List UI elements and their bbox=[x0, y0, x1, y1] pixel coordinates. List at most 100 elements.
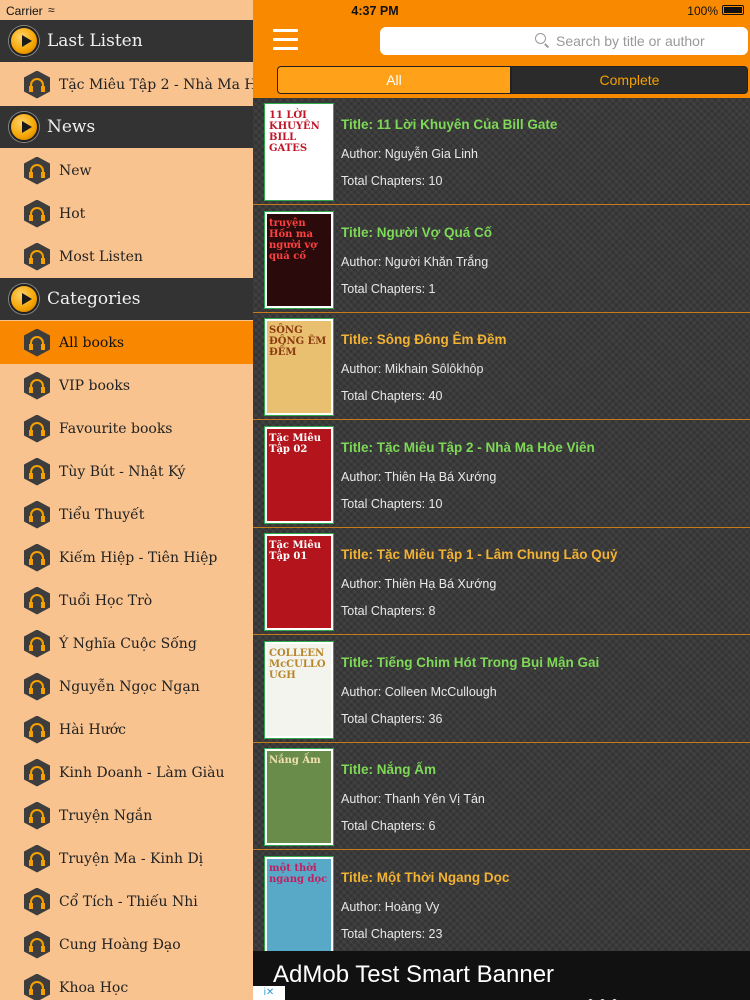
battery-icon bbox=[722, 5, 744, 15]
book-row[interactable]: Nắng Ấm Title: Nắng Ấm Author: Thanh Yên V… bbox=[253, 743, 750, 850]
sidebar-item-label: Cung Hoàng Đạo bbox=[59, 936, 181, 953]
book-row[interactable]: SÔNG ĐÔNG ÊM ĐỀM Title: Sông Đông Êm Đềm A… bbox=[253, 313, 750, 420]
sidebar-item-label: Truyện Ma - Kinh Dị bbox=[59, 850, 204, 867]
headphones-icon bbox=[24, 543, 50, 572]
book-list[interactable]: 11 LỜI KHUYÊN BILL GATES Title: 11 Lời Kh… bbox=[253, 98, 750, 951]
headphones-icon bbox=[24, 973, 50, 1000]
main-panel: All Complete 11 LỜI KHUYÊN BILL GATES Tit… bbox=[253, 0, 750, 1000]
headphones-icon bbox=[24, 328, 50, 357]
sidebar-item-label: Most Listen bbox=[59, 248, 143, 265]
sidebar-item[interactable]: Kinh Doanh - Làm Giàu bbox=[0, 751, 253, 794]
sidebar-item[interactable]: Tùy Bút - Nhật Ký bbox=[0, 450, 253, 493]
battery-percent: 100% bbox=[687, 4, 718, 18]
sidebar-item-label: New bbox=[59, 162, 92, 179]
book-title: Title: Một Thời Ngang Dọc bbox=[341, 869, 510, 885]
headphones-icon bbox=[24, 844, 50, 873]
book-cover: Nắng Ấm bbox=[265, 749, 333, 845]
sidebar-item[interactable]: New bbox=[0, 149, 253, 192]
book-cover: Tặc Miêu Tập 01 bbox=[265, 534, 333, 630]
headphones-icon bbox=[24, 414, 50, 443]
book-cover: Tặc Miêu Tập 02 bbox=[265, 426, 333, 523]
book-chapters: Total Chapters: 10 bbox=[341, 174, 443, 188]
adchoices-icon[interactable]: i✕ bbox=[253, 986, 285, 1000]
sidebar-item[interactable]: VIP books bbox=[0, 364, 253, 407]
headphones-icon bbox=[24, 371, 50, 400]
book-title: Title: Tặc Miêu Tập 1 - Lâm Chung Lão Qu… bbox=[341, 547, 618, 562]
sidebar-item[interactable]: Khoa Học bbox=[0, 966, 253, 1000]
book-author: Author: Hoàng Vy bbox=[341, 899, 440, 914]
sidebar-item-label: VIP books bbox=[59, 377, 130, 394]
book-row[interactable]: một thời ngang dọc Title: Một Thời Ngang … bbox=[253, 851, 750, 951]
cover-art-text: COLLEEN McCULLOUGH bbox=[269, 647, 326, 681]
sidebar-item-label: Cổ Tích - Thiếu Nhi bbox=[59, 893, 198, 910]
tab-complete[interactable]: Complete bbox=[511, 66, 748, 94]
sidebar-item-label: Truyện Ngắn bbox=[59, 807, 153, 824]
ad-banner-text: AdMob Test Smart Banner bbox=[273, 961, 555, 988]
tab-all[interactable]: All bbox=[277, 66, 511, 94]
filter-segmented-control: All Complete bbox=[253, 63, 750, 98]
menu-icon[interactable] bbox=[273, 29, 298, 50]
book-author: Author: Colleen McCullough bbox=[341, 684, 497, 699]
sidebar-item[interactable]: All books bbox=[0, 321, 253, 364]
sidebar-item-label: All books bbox=[59, 334, 125, 351]
headphones-icon bbox=[24, 70, 50, 99]
sidebar-item[interactable]: Truyện Ma - Kinh Dị bbox=[0, 837, 253, 880]
headphones-icon bbox=[24, 500, 50, 529]
sidebar-item-label: Nguyễn Ngọc Ngạn bbox=[59, 678, 200, 695]
book-cover: SÔNG ĐÔNG ÊM ĐỀM bbox=[265, 319, 333, 415]
sidebar-item[interactable]: Hài Hước bbox=[0, 708, 253, 751]
section-label: Categories bbox=[47, 289, 141, 309]
cover-art-text: SÔNG ĐÔNG ÊM ĐỀM bbox=[269, 325, 327, 358]
sidebar-item[interactable]: Kiếm Hiệp - Tiên Hiệp bbox=[0, 536, 253, 579]
play-circle-icon bbox=[9, 26, 39, 56]
sidebar-item[interactable]: Tặc Miêu Tập 2 - Nhà Ma Hòe Viên bbox=[0, 63, 253, 106]
play-circle-icon bbox=[9, 112, 39, 142]
cover-art-text: Tặc Miêu Tập 02 bbox=[269, 432, 321, 455]
book-title: Title: Người Vợ Quá Cố bbox=[341, 224, 492, 240]
book-cover: COLLEEN McCULLOUGH bbox=[265, 641, 333, 738]
sidebar-item-label: Ý Nghĩa Cuộc Sống bbox=[59, 635, 197, 652]
book-chapters: Total Chapters: 23 bbox=[341, 926, 443, 941]
sidebar-item[interactable]: Tuổi Học Trò bbox=[0, 579, 253, 622]
sidebar-item[interactable]: Cổ Tích - Thiếu Nhi bbox=[0, 880, 253, 923]
sidebar-item-label: Hot bbox=[59, 205, 86, 222]
page-dots bbox=[588, 991, 624, 1000]
book-chapters: Total Chapters: 36 bbox=[341, 711, 443, 726]
sidebar-item[interactable]: Most Listen bbox=[0, 235, 253, 278]
status-time: 4:37 PM bbox=[351, 4, 399, 18]
book-title: Title: Sông Đông Êm Đềm bbox=[341, 332, 507, 347]
section-label: Last Listen bbox=[47, 31, 143, 51]
sidebar-item[interactable]: Cung Hoàng Đạo bbox=[0, 923, 253, 966]
headphones-icon bbox=[24, 887, 50, 916]
book-row[interactable]: COLLEEN McCULLOUGH Title: Tiếng Chim Hót … bbox=[253, 636, 750, 743]
sidebar-item-label: Kinh Doanh - Làm Giàu bbox=[59, 764, 225, 781]
search-input[interactable] bbox=[556, 31, 742, 51]
section-categories[interactable]: Categories bbox=[0, 278, 253, 320]
cover-art-text: Nắng Ấm bbox=[269, 755, 321, 766]
book-author: Author: Thanh Yên Vị Tán bbox=[341, 792, 485, 806]
book-row[interactable]: truyện Hồn ma người vợ quá cố Title: Ngườ… bbox=[253, 206, 750, 313]
headphones-icon bbox=[24, 672, 50, 701]
book-row[interactable]: Tặc Miêu Tập 01 Title: Tặc Miêu Tập 1 - L… bbox=[253, 528, 750, 635]
headphones-icon bbox=[24, 715, 50, 744]
sidebar-item[interactable]: Ý Nghĩa Cuộc Sống bbox=[0, 622, 253, 665]
book-row[interactable]: 11 LỜI KHUYÊN BILL GATES Title: 11 Lời Kh… bbox=[253, 98, 750, 205]
headphones-icon bbox=[24, 242, 50, 271]
book-author: Author: Thiên Hạ Bá Xướng bbox=[341, 469, 497, 484]
sidebar-item[interactable]: Favourite books bbox=[0, 407, 253, 450]
sidebar: Last Listen Tặc Miêu Tập 2 - Nhà Ma Hòe V… bbox=[0, 0, 253, 1000]
search-bar[interactable] bbox=[380, 27, 748, 55]
sidebar-item[interactable]: Nguyễn Ngọc Ngạn bbox=[0, 665, 253, 708]
book-cover: 11 LỜI KHUYÊN BILL GATES bbox=[265, 104, 333, 200]
book-row[interactable]: Tặc Miêu Tập 02 Title: Tặc Miêu Tập 2 - N… bbox=[253, 421, 750, 528]
ad-banner[interactable]: AdMob Test Smart Banner bbox=[253, 951, 750, 1000]
sidebar-item[interactable]: Tiểu Thuyết bbox=[0, 493, 253, 536]
sidebar-item[interactable]: Truyện Ngắn bbox=[0, 794, 253, 837]
book-chapters: Total Chapters: 1 bbox=[341, 281, 436, 296]
section-news[interactable]: News bbox=[0, 106, 253, 148]
sidebar-item[interactable]: Hot bbox=[0, 192, 253, 235]
section-last-listen[interactable]: Last Listen bbox=[0, 20, 253, 62]
sidebar-item-label: Favourite books bbox=[59, 420, 173, 437]
sidebar-item-label: Hài Hước bbox=[59, 721, 126, 738]
book-cover: truyện Hồn ma người vợ quá cố bbox=[265, 211, 333, 308]
